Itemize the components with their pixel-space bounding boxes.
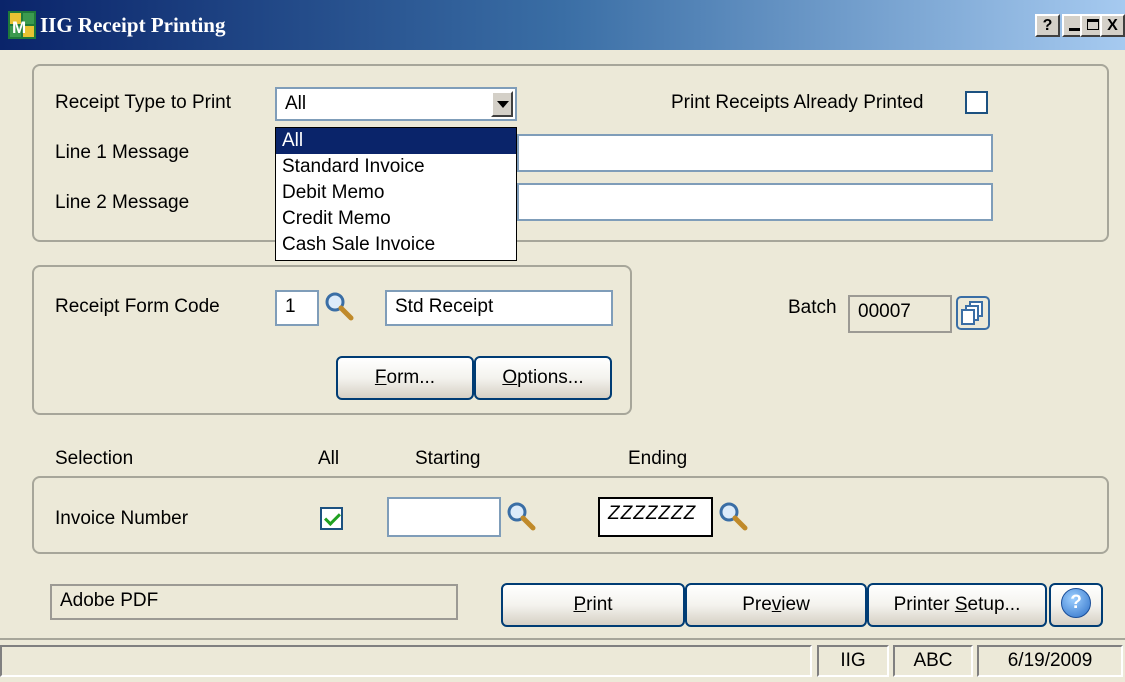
- receipt-printing-window: M IIG Receipt Printing ? X Receipt Type …: [0, 0, 1125, 682]
- selection-panel: [32, 476, 1109, 554]
- line2-message-input[interactable]: [517, 183, 993, 221]
- svg-text:M: M: [12, 18, 26, 37]
- selection-header: Selection: [55, 448, 134, 469]
- invoice-ending-value: ZZZZZZZ: [608, 503, 697, 524]
- printer-setup-button[interactable]: Printer Setup...: [867, 583, 1047, 627]
- print-button-label-post: rint: [586, 594, 613, 615]
- invoice-number-label: Invoice Number: [55, 508, 189, 529]
- status-message: [0, 645, 812, 677]
- receipt-form-code-value: 1: [285, 296, 296, 317]
- status-company-user: IIG: [817, 645, 889, 677]
- status-company-code: ABC: [893, 645, 973, 677]
- form-button-label-post: orm...: [386, 367, 436, 388]
- maximize-icon: [1086, 19, 1099, 30]
- printer-name-value: Adobe PDF: [60, 590, 159, 611]
- receipt-type-dropdown-list[interactable]: All Standard Invoice Debit Memo Credit M…: [275, 127, 517, 261]
- status-separator: [0, 638, 1125, 640]
- print-already-printed-label: Print Receipts Already Printed: [671, 92, 924, 113]
- form-code-lookup-icon[interactable]: [323, 290, 355, 322]
- batch-value: 00007: [858, 301, 911, 322]
- print-already-printed-checkbox[interactable]: [965, 91, 988, 114]
- printer-setup-mnemonic: S: [954, 594, 968, 615]
- options-button-mnemonic: O: [502, 367, 518, 388]
- line1-message-input[interactable]: [517, 134, 993, 172]
- invoice-all-checkbox[interactable]: [320, 507, 343, 530]
- title-bar[interactable]: M IIG Receipt Printing ? X: [0, 0, 1125, 50]
- preview-button-label-pre: Pre: [742, 594, 772, 615]
- printer-setup-label-post: etup...: [967, 594, 1021, 615]
- dropdown-option[interactable]: All: [276, 128, 516, 154]
- preview-button-mnemonic: v: [771, 594, 782, 615]
- receipt-type-value: All: [285, 93, 307, 114]
- receipt-type-label: Receipt Type to Print: [55, 92, 232, 113]
- minimize-icon: [1069, 28, 1080, 31]
- help-caption-button[interactable]: ?: [1035, 14, 1060, 37]
- help-button[interactable]: ?: [1049, 583, 1103, 627]
- dropdown-arrow-icon[interactable]: [491, 91, 513, 117]
- preview-button[interactable]: Preview: [685, 583, 867, 627]
- printer-name-field: Adobe PDF: [50, 584, 458, 620]
- ending-column-header: Ending: [628, 448, 688, 469]
- dropdown-option[interactable]: Cash Sale Invoice: [276, 232, 516, 258]
- options-button[interactable]: Options...: [474, 356, 612, 400]
- preview-button-label-post: iew: [781, 594, 810, 615]
- batch-pages-icon: [961, 301, 983, 325]
- receipt-type-select[interactable]: All: [275, 87, 517, 121]
- receipt-form-code-input[interactable]: 1: [275, 290, 319, 326]
- all-column-header: All: [318, 448, 340, 469]
- app-logo-icon: M: [8, 11, 36, 39]
- starting-lookup-icon[interactable]: [505, 500, 537, 532]
- line2-message-label: Line 2 Message: [55, 192, 190, 213]
- printer-setup-label-pre: Printer: [893, 594, 955, 615]
- form-button-mnemonic: F: [374, 367, 387, 388]
- close-button[interactable]: X: [1100, 14, 1125, 37]
- dropdown-option[interactable]: Debit Memo: [276, 180, 516, 206]
- invoice-starting-input[interactable]: [387, 497, 501, 537]
- print-button-mnemonic: P: [573, 594, 587, 615]
- status-date: 6/19/2009: [977, 645, 1123, 677]
- ending-lookup-icon[interactable]: [717, 500, 749, 532]
- print-button[interactable]: Print: [501, 583, 685, 627]
- receipt-form-code-label: Receipt Form Code: [55, 296, 220, 317]
- starting-column-header: Starting: [415, 448, 481, 469]
- options-button-label-post: ptions...: [517, 367, 584, 388]
- batch-input: 00007: [848, 295, 952, 333]
- line1-message-label: Line 1 Message: [55, 142, 190, 163]
- help-icon: ?: [1061, 588, 1091, 619]
- window-title: IIG Receipt Printing: [40, 13, 226, 37]
- dropdown-option[interactable]: Credit Memo: [276, 206, 516, 232]
- receipt-form-description[interactable]: Std Receipt: [385, 290, 613, 326]
- form-button[interactable]: Form...: [336, 356, 474, 400]
- batch-lookup-button[interactable]: [956, 296, 990, 330]
- help-glyph: ?: [1070, 592, 1082, 614]
- dropdown-option[interactable]: Standard Invoice: [276, 154, 516, 180]
- invoice-ending-input[interactable]: ZZZZZZZ: [598, 497, 713, 537]
- receipt-form-description-value: Std Receipt: [395, 296, 494, 317]
- batch-label: Batch: [788, 297, 837, 318]
